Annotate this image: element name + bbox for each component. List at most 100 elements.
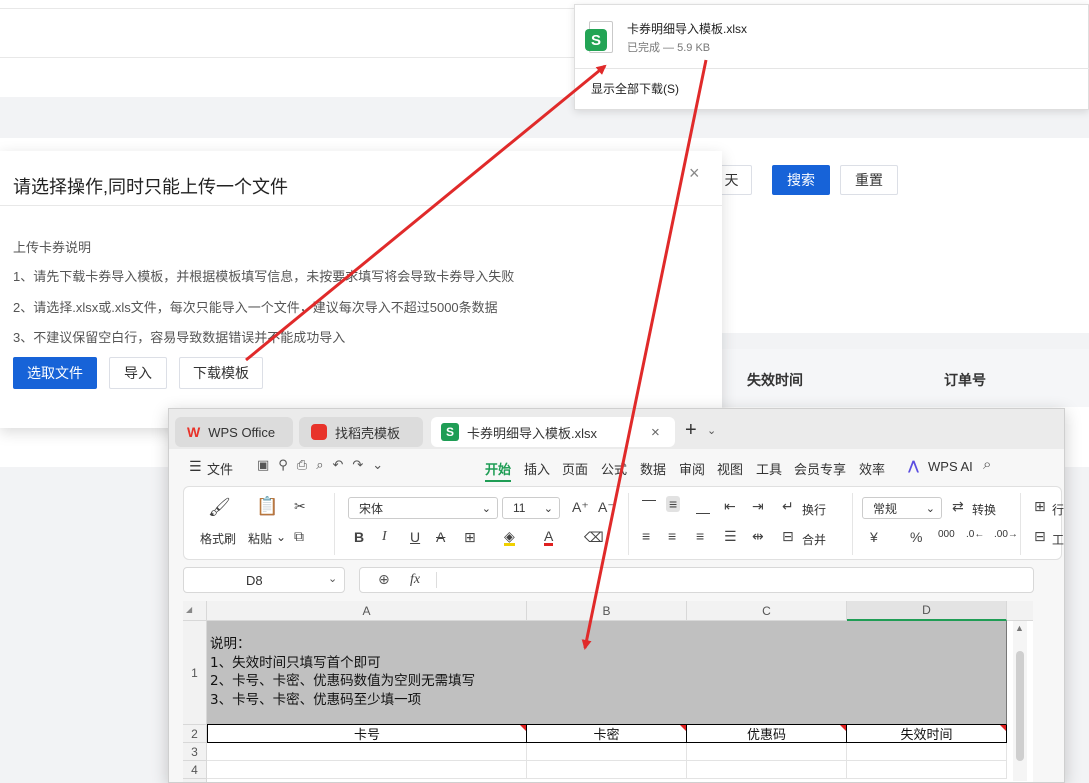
new-tab-icon[interactable]: +	[685, 419, 697, 442]
copy-icon[interactable]: ⧉	[294, 528, 304, 545]
decrease-indent-icon[interactable]: ⇤	[724, 498, 736, 515]
fill-color-icon[interactable]: ◈	[504, 529, 515, 546]
borders-icon[interactable]: ⊞	[464, 529, 476, 546]
instructions-cell[interactable]: 说明： 1、失效时间只填写首个即可 2、卡号、卡密、优惠码数值为空则无需填写 3…	[207, 621, 1007, 725]
row-header-5[interactable]	[183, 779, 207, 782]
cell[interactable]	[527, 761, 687, 779]
number-format-select[interactable]: 常规 ⌄	[862, 497, 942, 519]
format-painter-label[interactable]: 格式刷	[200, 530, 236, 547]
show-all-downloads-link[interactable]: 显示全部下载(S)	[591, 80, 679, 97]
menu-data[interactable]: 数据	[640, 459, 666, 478]
header-cell-card-number[interactable]: 卡号	[207, 725, 527, 743]
function-icon[interactable]: fx	[410, 572, 420, 588]
increase-indent-icon[interactable]: ⇥	[752, 498, 764, 515]
column-header-b[interactable]: B	[527, 601, 687, 621]
format-painter-icon[interactable]: 🖌	[208, 497, 231, 518]
cell[interactable]	[207, 743, 527, 761]
select-all-corner[interactable]: ◢	[183, 601, 207, 621]
cut-icon[interactable]: ✂	[294, 498, 306, 515]
align-left-icon[interactable]: ≡	[642, 528, 650, 544]
menu-formula[interactable]: 公式	[601, 459, 627, 478]
zoom-icon[interactable]: ⊕	[378, 571, 390, 588]
quick-access-toolbar[interactable]: ▣⚲⎙⌕↶↷⌄	[257, 457, 392, 473]
reset-button[interactable]: 重置	[840, 165, 898, 195]
align-bottom-icon[interactable]: ⎽	[696, 498, 710, 515]
merge-button[interactable]: 合并	[802, 531, 826, 548]
cell[interactable]	[847, 761, 1007, 779]
hamburger-menu-icon[interactable]: ☰	[189, 458, 202, 475]
row-header-3[interactable]: 3	[183, 743, 207, 761]
worksheet-label[interactable]: 工	[1052, 531, 1064, 548]
scroll-up-icon[interactable]: ▲	[1015, 623, 1024, 633]
column-header-c[interactable]: C	[687, 601, 847, 621]
chevron-down-icon[interactable]: ⌄	[276, 530, 286, 544]
increase-decimal-icon[interactable]: .0←	[966, 529, 984, 540]
formula-input[interactable]: ⊕ fx	[359, 567, 1034, 593]
percent-icon[interactable]: %	[910, 529, 922, 545]
menu-tools[interactable]: 工具	[756, 459, 782, 478]
merge-icon[interactable]: ⊟	[782, 528, 794, 545]
underline-icon[interactable]: U	[410, 529, 420, 545]
close-tab-icon[interactable]: ×	[651, 424, 660, 441]
row-header-1[interactable]: 1	[183, 621, 207, 725]
close-icon[interactable]: ×	[689, 163, 700, 184]
row-header-2[interactable]: 2	[183, 725, 207, 743]
increase-font-icon[interactable]: A⁺	[572, 499, 589, 516]
tab-active-workbook[interactable]: S 卡券明细导入模板.xlsx ×	[431, 417, 675, 447]
menu-wps-ai[interactable]: WPS AI	[928, 459, 973, 474]
import-button[interactable]: 导入	[109, 357, 167, 389]
decrease-decimal-icon[interactable]: .00→	[994, 529, 1018, 540]
convert-icon[interactable]: ⇄	[952, 498, 964, 515]
download-template-button[interactable]: 下载模板	[179, 357, 263, 389]
choose-file-button[interactable]: 选取文件	[13, 357, 97, 389]
font-color-icon[interactable]: A	[544, 529, 554, 546]
thousands-separator-icon[interactable]: 000	[938, 529, 955, 540]
eraser-icon[interactable]: ⌫	[584, 529, 604, 546]
menu-page[interactable]: 页面	[562, 459, 588, 478]
cell[interactable]	[847, 743, 1007, 761]
paste-icon[interactable]: 📋	[256, 496, 278, 517]
scrollbar-thumb[interactable]	[1016, 651, 1024, 761]
column-header-d[interactable]: D	[847, 601, 1007, 621]
wrap-icon[interactable]: ↵	[782, 498, 794, 515]
align-middle-icon[interactable]: ≡	[666, 496, 681, 512]
header-cell-card-secret[interactable]: 卡密	[527, 725, 687, 743]
cell[interactable]	[687, 761, 847, 779]
menu-member[interactable]: 会员专享	[794, 459, 846, 478]
wrap-text-button[interactable]: 换行	[802, 501, 826, 518]
header-cell-coupon-code[interactable]: 优惠码	[687, 725, 847, 743]
name-box[interactable]: D8 ⌄	[183, 567, 345, 593]
search-button[interactable]: 搜索	[772, 165, 830, 195]
column-header-a[interactable]: A	[207, 601, 527, 621]
convert-button[interactable]: 转换	[972, 501, 996, 518]
worksheet-icon[interactable]: ⊟	[1034, 528, 1046, 545]
bold-icon[interactable]: B	[354, 529, 364, 545]
cell[interactable]	[527, 743, 687, 761]
align-right-icon[interactable]: ≡	[696, 528, 704, 544]
menu-review[interactable]: 审阅	[679, 459, 705, 478]
rows-columns-icon[interactable]: ⊞	[1034, 498, 1046, 515]
search-icon[interactable]: ⌕	[983, 456, 991, 473]
header-cell-expire-time[interactable]: 失效时间	[847, 725, 1007, 743]
justify-icon[interactable]: ☰	[724, 528, 737, 545]
cell[interactable]	[687, 743, 847, 761]
align-center-icon[interactable]: ≡	[668, 528, 676, 544]
download-filename[interactable]: 卡券明细导入模板.xlsx	[627, 20, 747, 37]
menu-efficiency[interactable]: 效率	[859, 459, 885, 478]
row-header-4[interactable]: 4	[183, 761, 207, 779]
menu-home[interactable]: 开始	[485, 459, 512, 482]
rows-columns-label[interactable]: 行	[1052, 501, 1064, 518]
strikethrough-icon[interactable]: A	[436, 529, 445, 545]
font-family-select[interactable]: 宋体 ⌄	[348, 497, 498, 519]
paste-label[interactable]: 粘贴	[248, 530, 272, 547]
distribute-icon[interactable]: ⇹	[752, 528, 764, 545]
currency-icon[interactable]: ¥	[870, 529, 878, 545]
wps-ai-icon[interactable]: ⋀	[908, 458, 919, 474]
cell[interactable]	[207, 761, 527, 779]
menu-insert[interactable]: 插入	[524, 459, 550, 478]
menu-view[interactable]: 视图	[717, 459, 743, 478]
decrease-font-icon[interactable]: A⁻	[598, 499, 615, 516]
font-size-select[interactable]: 11 ⌄	[502, 497, 560, 519]
tab-docer-templates[interactable]: 找稻壳模板	[299, 417, 423, 447]
chevron-down-icon[interactable]: ⌄	[707, 424, 716, 437]
